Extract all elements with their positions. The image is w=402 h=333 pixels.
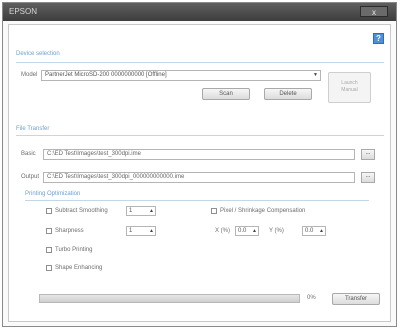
launch-manual-button[interactable]: Launch Manual — [328, 72, 371, 103]
launch-label: Launch — [341, 80, 358, 86]
chevron-down-icon: ▼ — [313, 72, 318, 78]
transfer-button[interactable]: Transfer — [332, 293, 380, 305]
delete-button[interactable]: Delete — [264, 88, 312, 100]
pixel-compensation-label: Pixel / Shrinkage Compensation — [220, 208, 306, 214]
subtract-smoothing-value: 1 — [129, 208, 133, 214]
subtract-smoothing-spinner[interactable]: 1 ▲ — [126, 206, 156, 216]
y-percent-spinner[interactable]: 0.0 ▲ — [302, 226, 326, 236]
manual-label: Manual — [341, 87, 358, 93]
spinner-arrow-icon: ▲ — [252, 228, 257, 234]
model-label: Model — [21, 72, 38, 78]
progress-percent: 0% — [307, 295, 316, 301]
x-percent-value: 0.0 — [238, 228, 247, 234]
output-label: Output — [21, 174, 40, 180]
x-percent-label: X (%) — [215, 228, 230, 234]
model-dropdown-value: PartnerJet MicroSD-200 0000000000 [Offli… — [45, 72, 167, 78]
output-browse-button[interactable]: ... — [361, 172, 375, 183]
output-file-input[interactable]: C:\ED Test\Images\test_300dpi_0000000000… — [43, 172, 355, 183]
sharpness-label: Sharpness — [55, 228, 84, 234]
device-section-label: Device selection — [16, 51, 60, 57]
spinner-arrow-icon: ▲ — [319, 228, 324, 234]
subtract-smoothing-label: Subtract Smoothing — [55, 208, 108, 214]
sharpness-checkbox[interactable] — [46, 228, 52, 234]
sharpness-spinner[interactable]: 1 ▲ — [126, 226, 156, 236]
basic-file-input[interactable]: C:\ED Test\Images\test_300dpi.ime — [43, 149, 355, 160]
dialog-content: ? Device selection Model PartnerJet Micr… — [8, 24, 391, 322]
sharpness-value: 1 — [129, 228, 133, 234]
x-percent-spinner[interactable]: 0.0 ▲ — [235, 226, 259, 236]
title-bar: EPSON x — [3, 3, 396, 21]
turbo-printing-checkbox[interactable] — [46, 247, 52, 253]
shape-enhancing-label: Shape Enhancing — [55, 265, 103, 271]
basic-browse-button[interactable]: ... — [361, 149, 375, 160]
basic-label: Basic — [21, 151, 36, 157]
printing-opt-section-label: Printing Optimization — [25, 191, 81, 197]
window-title: EPSON — [9, 7, 38, 16]
subtract-smoothing-checkbox[interactable] — [46, 208, 52, 214]
file-transfer-section-label: File Transfer — [16, 126, 50, 132]
printing-opt-divider — [25, 200, 369, 201]
device-section-divider — [16, 62, 384, 63]
shape-enhancing-checkbox[interactable] — [46, 265, 52, 271]
y-percent-label: Y (%) — [269, 228, 284, 234]
model-dropdown[interactable]: PartnerJet MicroSD-200 0000000000 [Offli… — [41, 70, 321, 81]
y-percent-value: 0.0 — [305, 228, 314, 234]
turbo-printing-label: Turbo Printing — [55, 247, 93, 253]
spinner-arrow-icon: ▲ — [149, 208, 154, 214]
file-transfer-divider — [16, 135, 384, 136]
app-window: EPSON x ? Device selection Model Partner… — [2, 2, 397, 327]
close-button[interactable]: x — [360, 6, 388, 17]
pixel-compensation-checkbox[interactable] — [211, 208, 217, 214]
help-icon[interactable]: ? — [373, 33, 384, 44]
scan-button[interactable]: Scan — [202, 88, 250, 100]
spinner-arrow-icon: ▲ — [149, 228, 154, 234]
transfer-progress-bar — [39, 294, 300, 303]
